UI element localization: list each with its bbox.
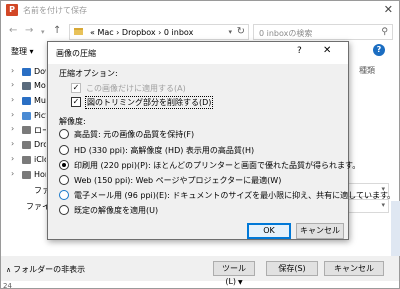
- sidebar-item-label: iClou: [34, 155, 46, 164]
- compress-pictures-dialog: 画像の圧縮 ? ✕ 圧縮オプション: ✓ この画像だけに適用する(A) ✓ 図の…: [47, 41, 395, 240]
- download-icon: [22, 68, 31, 76]
- drive-icon: [22, 126, 31, 134]
- sidebar-item[interactable]: › Movi: [1, 79, 46, 93]
- column-header-type[interactable]: 種類: [359, 65, 375, 76]
- sidebar-item-label: Pictu: [34, 111, 46, 120]
- hide-folders-label: フォルダーの非表示: [13, 265, 86, 274]
- radio-label: 印刷用 (220 ppi)(P): ほとんどのプリンターと画面で優れた品質が得ら…: [74, 161, 361, 170]
- refresh-icon[interactable]: ↻: [237, 26, 245, 37]
- radio-button[interactable]: [59, 145, 69, 155]
- save-window-title: 名前を付けて保存: [23, 6, 87, 15]
- sidebar-item-label: Drop: [34, 140, 46, 149]
- up-arrow-icon[interactable]: ↑: [53, 25, 61, 36]
- pictures-icon: [22, 112, 31, 120]
- chevron-down-icon: ▼: [238, 279, 243, 286]
- recent-locations-chevron-icon[interactable]: ▾: [41, 28, 45, 36]
- save-titlebar: P 名前を付けて保存 ✕: [1, 1, 399, 20]
- save-footer: ∧ フォルダーの非表示 ツール(L) ▼ 保存(S) キャンセル: [1, 256, 399, 286]
- dialog-titlebar: 画像の圧縮 ? ✕: [48, 42, 348, 64]
- radio-label: 既定の解像度を適用(U): [74, 206, 159, 215]
- back-arrow-icon[interactable]: ←: [9, 25, 17, 36]
- resolution-label: 解像度:: [59, 117, 86, 126]
- sidebar-item-label: ローカ: [34, 126, 46, 135]
- music-icon: [22, 97, 31, 105]
- chevron-down-icon[interactable]: ▾: [381, 201, 385, 209]
- address-bar[interactable]: « Mac › Dropbox › 0 inbox ▾ ↻: [69, 24, 249, 40]
- search-icon[interactable]: ⚲: [381, 27, 388, 37]
- drive-icon: [22, 156, 31, 164]
- search-box[interactable]: 0 inboxの検索 ⚲: [253, 24, 393, 40]
- close-icon[interactable]: ✕: [384, 3, 393, 16]
- sidebar-item-label: Hom: [34, 170, 46, 179]
- chevron-right-icon[interactable]: ›: [11, 66, 14, 75]
- help-icon[interactable]: ?: [373, 44, 385, 56]
- network-icon: [22, 171, 31, 179]
- background-content-strip: [391, 201, 400, 256]
- chevron-down-icon[interactable]: ▾: [228, 28, 232, 36]
- chevron-right-icon[interactable]: ›: [11, 169, 14, 178]
- radio-button[interactable]: [59, 190, 69, 200]
- cancel-button[interactable]: キャンセル: [296, 223, 344, 239]
- radio-button[interactable]: [59, 160, 69, 170]
- chevron-right-icon[interactable]: ›: [11, 80, 14, 89]
- chevron-right-icon[interactable]: ›: [11, 154, 14, 163]
- radio-label: 電子メール用 (96 ppi)(E): ドキュメントのサイズを最小限に抑え、共有…: [74, 191, 396, 200]
- compress-options-label: 圧縮オプション:: [59, 69, 118, 78]
- radio-label: 高品質: 元の画像の品質を保持(F): [74, 130, 195, 139]
- radio-label: Web (150 ppi): Web ページやプロジェクターに最適(W): [74, 176, 282, 185]
- folder-icon: [74, 28, 83, 35]
- apply-only-label: この画像だけに適用する(A): [86, 84, 186, 93]
- radio-button[interactable]: [59, 129, 69, 139]
- sidebar-item[interactable]: › Drop: [1, 138, 46, 152]
- search-input[interactable]: 0 inboxの検索: [259, 28, 312, 39]
- checkbox[interactable]: ✓: [71, 97, 81, 107]
- chevron-right-icon[interactable]: ›: [11, 95, 14, 104]
- video-icon: [22, 82, 31, 90]
- sidebar-item[interactable]: › Mus: [1, 94, 46, 108]
- drive-icon: [22, 141, 31, 149]
- sidebar-item-label: Mus: [34, 96, 46, 105]
- dialog-title: 画像の圧縮: [56, 49, 96, 58]
- sidebar-item-label: Movi: [34, 81, 46, 90]
- checkbox[interactable]: ✓: [71, 83, 81, 93]
- forward-arrow-icon[interactable]: →: [25, 25, 33, 36]
- tools-button[interactable]: ツール(L) ▼: [213, 261, 255, 286]
- save-cancel-button[interactable]: キャンセル: [324, 261, 384, 276]
- help-icon[interactable]: ?: [297, 46, 302, 56]
- chevron-up-icon: ∧: [6, 266, 12, 274]
- chevron-right-icon[interactable]: ›: [11, 139, 14, 148]
- sidebar-item[interactable]: › Hom: [1, 168, 46, 182]
- organize-button[interactable]: 整理 ▾: [11, 46, 34, 57]
- sidebar-item[interactable]: › Dow: [1, 65, 46, 79]
- navigation-bar: ← → ▾ ↑ « Mac › Dropbox › 0 inbox ▾ ↻ 0 …: [1, 22, 399, 42]
- chevron-right-icon[interactable]: ›: [11, 110, 14, 119]
- ok-button[interactable]: OK: [247, 223, 291, 239]
- navigation-pane: › Dow › Movi › Mus › Pictu › ローカ › Drop › iClou › Hom: [1, 61, 46, 191]
- hide-folders-button[interactable]: ∧ フォルダーの非表示: [6, 264, 85, 275]
- close-icon[interactable]: ✕: [323, 45, 331, 56]
- radio-label: HD (330 ppi): 高解像度 (HD) 表示用の高品質(H): [74, 146, 255, 155]
- address-path[interactable]: « Mac › Dropbox › 0 inbox: [90, 28, 193, 37]
- sidebar-item[interactable]: › Pictu: [1, 109, 46, 123]
- sidebar-item-label: Dow: [34, 67, 46, 76]
- save-button[interactable]: 保存(S): [266, 261, 318, 276]
- radio-button[interactable]: [59, 205, 69, 215]
- page-number: 24: [3, 282, 12, 289]
- radio-button[interactable]: [59, 175, 69, 185]
- sidebar-item[interactable]: › iClou: [1, 153, 46, 167]
- powerpoint-app-icon: P: [6, 4, 18, 16]
- sidebar-item[interactable]: › ローカ: [1, 123, 46, 137]
- chevron-right-icon[interactable]: ›: [11, 124, 14, 133]
- delete-cropped-label: 図のトリミング部分を削除する(D): [84, 96, 214, 109]
